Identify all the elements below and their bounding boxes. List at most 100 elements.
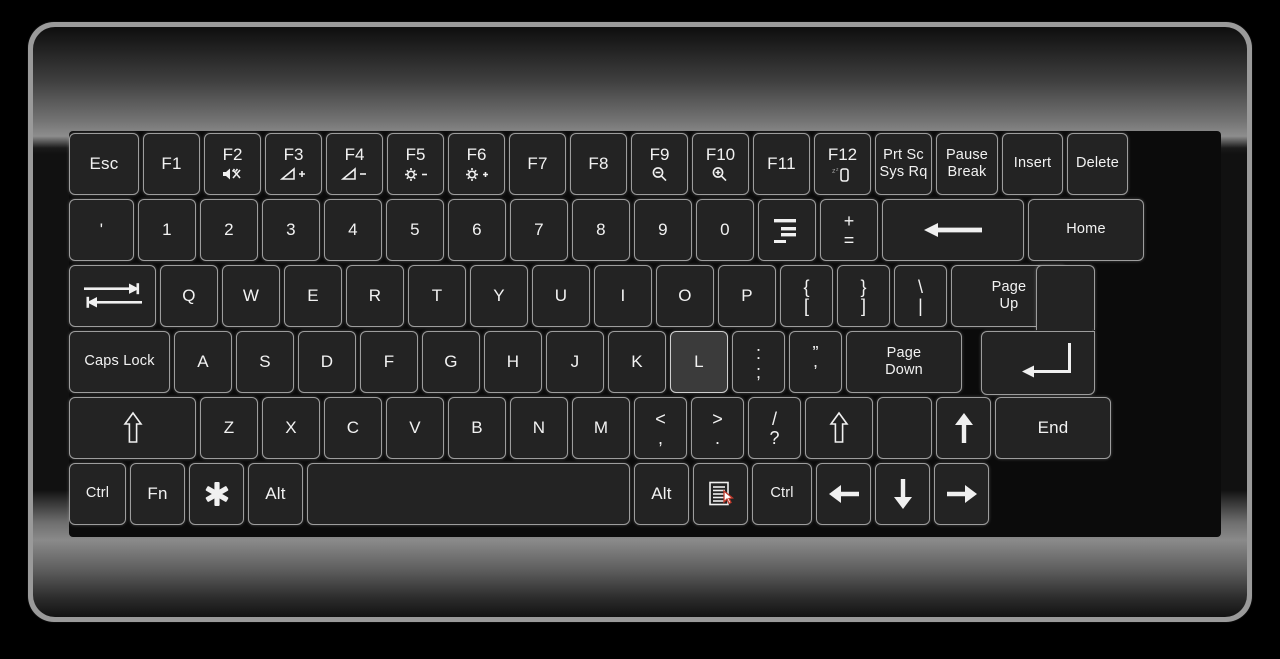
key-blank[interactable]: ' [69, 199, 134, 261]
key-tab[interactable] [69, 265, 156, 327]
key-x[interactable]: X [262, 397, 320, 459]
key-left[interactable] [816, 463, 871, 525]
key-f[interactable]: F [360, 331, 418, 393]
key-t[interactable]: T [408, 265, 466, 327]
key-3[interactable]: 3 [262, 199, 320, 261]
key-home[interactable]: Home [1028, 199, 1144, 261]
key-v[interactable]: V [386, 397, 444, 459]
key-prt-sc-sys-rq[interactable]: Prt Sc Sys Rq [875, 133, 932, 195]
key-1[interactable]: 1 [138, 199, 196, 261]
key-alt[interactable]: Alt [634, 463, 689, 525]
key-blank[interactable] [758, 199, 816, 261]
key-d[interactable]: D [298, 331, 356, 393]
key-ctrl[interactable]: Ctrl [69, 463, 126, 525]
key-f2[interactable]: F2 [204, 133, 261, 195]
key-0[interactable]: 0 [696, 199, 754, 261]
key-a[interactable]: A [174, 331, 232, 393]
key-2[interactable]: 2 [200, 199, 258, 261]
key-up[interactable] [936, 397, 991, 459]
key-label: Z [223, 418, 235, 438]
key-label: 3 [286, 220, 296, 240]
key-blank[interactable] [877, 397, 932, 459]
key-label: F1 [161, 154, 182, 174]
key-5[interactable]: 5 [386, 199, 444, 261]
key-label-upper: > [712, 408, 723, 429]
key-label-lower: , [657, 427, 663, 448]
key-shift[interactable] [805, 397, 873, 459]
key-pause-break[interactable]: Pause Break [936, 133, 998, 195]
key-label: F7 [527, 154, 548, 174]
key-blank[interactable]: \ | [894, 265, 947, 327]
key-blank[interactable]: + = [820, 199, 878, 261]
key-label: 9 [658, 220, 668, 240]
key-b[interactable]: B [448, 397, 506, 459]
key-l[interactable]: L [670, 331, 728, 393]
key-menu[interactable] [693, 463, 748, 525]
key-blank[interactable]: >. [691, 397, 744, 459]
key-label-upper: ” [812, 342, 819, 363]
key-j[interactable]: J [546, 331, 604, 393]
key-r[interactable]: R [346, 265, 404, 327]
key-o[interactable]: O [656, 265, 714, 327]
key-f5[interactable]: F5 [387, 133, 444, 195]
key-f3[interactable]: F3 [265, 133, 322, 195]
key-blank[interactable]: {[ [780, 265, 833, 327]
key-caps-lock[interactable]: Caps Lock [69, 331, 170, 393]
key-h[interactable]: H [484, 331, 542, 393]
key-f9[interactable]: F9 [631, 133, 688, 195]
key-7[interactable]: 7 [510, 199, 568, 261]
key-n[interactable]: N [510, 397, 568, 459]
key-label: I [620, 286, 626, 306]
key-insert[interactable]: Insert [1002, 133, 1063, 195]
key-f10[interactable]: F10 [692, 133, 749, 195]
key-y[interactable]: Y [470, 265, 528, 327]
key-esc[interactable]: Esc [69, 133, 139, 195]
key-f7[interactable]: F7 [509, 133, 566, 195]
key-shift[interactable] [69, 397, 196, 459]
key-end[interactable]: End [995, 397, 1111, 459]
key-blank[interactable]: /? [748, 397, 801, 459]
key-label-lower: ; [755, 361, 761, 382]
key-f12[interactable]: F12 z z [814, 133, 871, 195]
enter-key-lower[interactable] [981, 331, 1095, 395]
key-alt[interactable]: Alt [248, 463, 303, 525]
key-m[interactable]: M [572, 397, 630, 459]
key-label: 0 [720, 220, 730, 240]
key-e[interactable]: E [284, 265, 342, 327]
key-4[interactable]: 4 [324, 199, 382, 261]
key-8[interactable]: 8 [572, 199, 630, 261]
key-i[interactable]: I [594, 265, 652, 327]
key-page-down[interactable]: Page Down [846, 331, 962, 393]
key-f11[interactable]: F11 [753, 133, 810, 195]
key-blank[interactable]: ”’ [789, 331, 842, 393]
key-w[interactable]: W [222, 265, 280, 327]
key-q[interactable]: Q [160, 265, 218, 327]
key-ctrl[interactable]: Ctrl [752, 463, 812, 525]
key-right[interactable] [934, 463, 989, 525]
key-blank[interactable]: <, [634, 397, 687, 459]
key-6[interactable]: 6 [448, 199, 506, 261]
key-space[interactable]: Space [307, 463, 630, 525]
key-s[interactable]: S [236, 331, 294, 393]
key-u[interactable]: U [532, 265, 590, 327]
key-p[interactable]: P [718, 265, 776, 327]
key-delete[interactable]: Delete [1067, 133, 1128, 195]
enter-key-upper[interactable] [1036, 265, 1095, 330]
key-deck: Esc F1 F2 F3 F4 F5 F6 F7 F8 F9 F10 F11 F… [69, 131, 1221, 537]
key-k[interactable]: K [608, 331, 666, 393]
key-f1[interactable]: F1 [143, 133, 200, 195]
key-blank[interactable] [189, 463, 244, 525]
key-f8[interactable]: F8 [570, 133, 627, 195]
key-fn[interactable]: Fn [130, 463, 185, 525]
key-g[interactable]: G [422, 331, 480, 393]
key-backspace[interactable] [882, 199, 1024, 261]
key-blank[interactable]: :; [732, 331, 785, 393]
key-f6[interactable]: F6 [448, 133, 505, 195]
key-9[interactable]: 9 [634, 199, 692, 261]
key-blank[interactable]: }] [837, 265, 890, 327]
key-label: Caps Lock [84, 353, 155, 370]
key-c[interactable]: C [324, 397, 382, 459]
key-down[interactable] [875, 463, 930, 525]
key-f4[interactable]: F4 [326, 133, 383, 195]
key-z[interactable]: Z [200, 397, 258, 459]
